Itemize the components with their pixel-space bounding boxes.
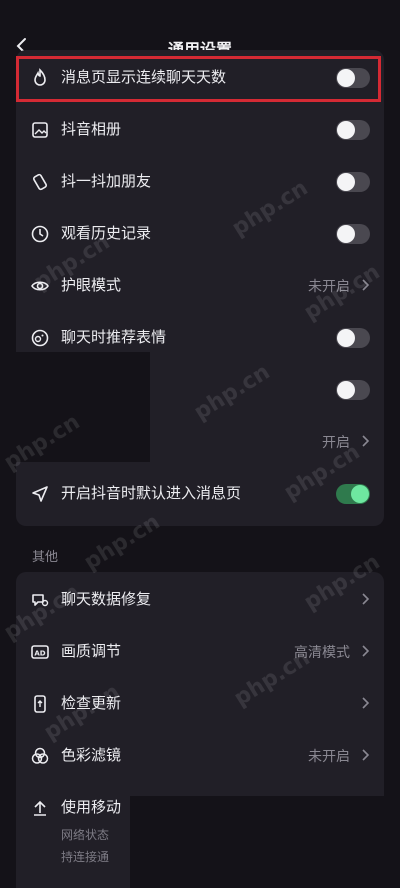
eye-icon <box>31 281 49 291</box>
upload-icon <box>34 800 46 816</box>
chevron-right-icon <box>362 645 370 657</box>
setting-value: 开启 <box>322 435 350 451</box>
chat-repair-icon <box>32 594 49 607</box>
shake-toggle[interactable] <box>336 172 370 192</box>
chevron-right-icon <box>362 697 370 709</box>
setting-label: 抖一抖加朋友 <box>61 172 152 190</box>
setting-label: 护眼模式 <box>61 276 122 294</box>
setting-row-occluded-toggle[interactable] <box>16 364 384 416</box>
highlight-box <box>16 56 381 102</box>
setting-label: 抖音相册 <box>61 120 122 138</box>
setting-row-color-filter[interactable]: 色彩滤镜 未开启 <box>16 730 384 782</box>
color-filter-icon <box>31 747 49 764</box>
chevron-right-icon <box>362 279 370 291</box>
setting-row-eye-mode[interactable]: 护眼模式 未开启 <box>16 260 384 312</box>
chevron-right-icon <box>362 435 370 447</box>
default-message-toggle[interactable] <box>336 484 370 504</box>
setting-row-default-message[interactable]: 开启抖音时默认进入消息页 <box>16 468 384 520</box>
setting-value: 高清模式 <box>294 645 350 661</box>
occluded-toggle[interactable] <box>336 380 370 400</box>
chevron-right-icon <box>362 749 370 761</box>
setting-label: 画质调节 <box>61 642 122 660</box>
send-icon <box>32 486 48 502</box>
setting-row-update[interactable]: 检查更新 <box>16 678 384 730</box>
clock-icon <box>31 225 49 243</box>
occluded-region <box>130 796 400 888</box>
setting-value: 未开启 <box>308 749 350 765</box>
chevron-right-icon <box>362 593 370 605</box>
image-icon <box>32 122 48 138</box>
setting-subtext-2: 持连接通 <box>61 850 110 864</box>
setting-value: 未开启 <box>308 279 350 295</box>
setting-row-chat-repair[interactable]: 聊天数据修复 <box>16 574 384 626</box>
emoji-icon <box>31 329 49 347</box>
setting-label: 开启抖音时默认进入消息页 <box>61 484 242 502</box>
shake-icon <box>32 173 48 191</box>
setting-label: 检查更新 <box>61 694 122 712</box>
setting-subtext-1: 网络状态 <box>61 828 110 842</box>
setting-label: 观看历史记录 <box>61 224 152 242</box>
setting-label: 聊天时推荐表情 <box>61 328 167 346</box>
setting-row-occluded-value[interactable]: 开启 <box>16 416 384 468</box>
album-toggle[interactable] <box>336 120 370 140</box>
setting-label: 色彩滤镜 <box>61 746 122 764</box>
ad-icon: AD <box>31 645 49 659</box>
setting-row-history[interactable]: 观看历史记录 <box>16 208 384 260</box>
setting-row-shake[interactable]: 抖一抖加朋友 <box>16 156 384 208</box>
emoji-toggle[interactable] <box>336 328 370 348</box>
history-toggle[interactable] <box>336 224 370 244</box>
setting-row-album[interactable]: 抖音相册 <box>16 104 384 156</box>
svg-text:AD: AD <box>34 650 45 658</box>
setting-row-emoji[interactable]: 聊天时推荐表情 <box>16 312 384 364</box>
setting-label: 聊天数据修复 <box>61 590 152 608</box>
setting-row-quality[interactable]: AD 画质调节 高清模式 <box>16 626 384 678</box>
section-label-other: 其他 <box>32 550 59 565</box>
setting-label: 使用移动 <box>61 798 122 816</box>
phone-update-icon <box>34 695 46 713</box>
